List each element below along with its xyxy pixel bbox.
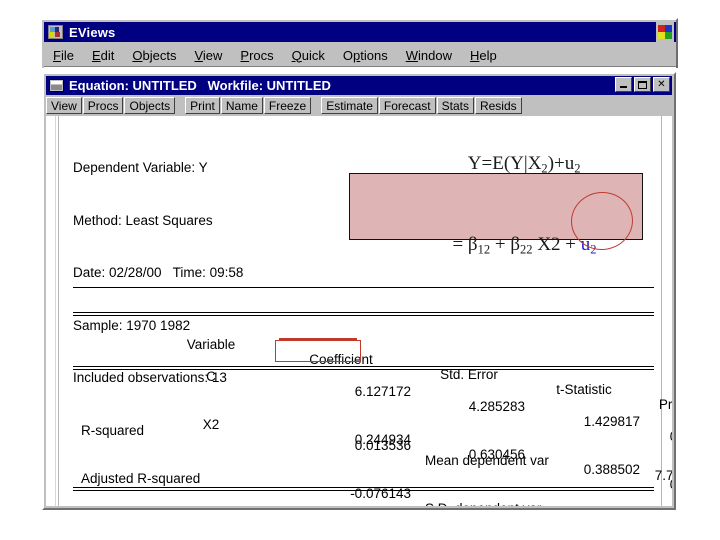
dependent-variable-line: Dependent Variable: Y [73, 160, 208, 175]
menu-item-procs[interactable]: Procs [231, 47, 282, 64]
minimize-button[interactable] [615, 77, 632, 92]
stat-row-adjusted-r-squared: Adjusted R-squared -0.076143 S.D. depend… [73, 456, 654, 507]
regression-output-pane[interactable]: Dependent Variable: Y Method: Least Squa… [46, 116, 672, 506]
eq2-mid: + β [490, 233, 521, 255]
eq2-sub1: 12 [477, 242, 491, 256]
stat-value-r-squared: 0.013536 [354, 438, 411, 453]
close-button[interactable]: ✕ [653, 77, 670, 92]
eq2-pre: = β [452, 233, 478, 255]
eq2-post: X2 + [532, 233, 581, 255]
date-time-line: Date: 02/28/00 Time: 09:58 [73, 265, 244, 280]
table-rule-double-3 [73, 487, 654, 491]
menu-item-quick[interactable]: Quick [283, 47, 334, 64]
screenshot-root: EViews File Edit Objects View Procs Quic… [0, 0, 720, 540]
stat-label-r-squared: R-squared [81, 423, 145, 438]
equation-toolbar: View Procs Objects Print Name Freeze Est… [46, 96, 672, 115]
eviews-icon [48, 25, 63, 39]
equation-system-icon[interactable] [49, 79, 64, 92]
menu-item-objects[interactable]: Objects [123, 47, 185, 64]
table-rule-double-2 [73, 366, 654, 370]
toolbar-button-estimate[interactable]: Estimate [321, 97, 378, 114]
main-title-bar[interactable]: EViews [44, 22, 676, 42]
left-gutter [46, 116, 59, 506]
toolbar-button-freeze[interactable]: Freeze [263, 97, 312, 114]
equation-line-1: Y=E(Y|X2)+u2 [412, 126, 581, 207]
toolbar-button-view[interactable]: View [46, 97, 82, 114]
menu-item-help[interactable]: Help [461, 47, 506, 64]
toolbar-button-procs[interactable]: Procs [82, 97, 124, 114]
output-sheet: Dependent Variable: Y Method: Least Squa… [60, 116, 672, 507]
menu-item-edit[interactable]: Edit [83, 47, 123, 64]
equation-window: Equation: UNTITLED Workfile: UNTITLED ✕ … [42, 72, 676, 510]
equation-annotation-box: Y=E(Y|X2)+u2 = β12 + β22 X2 + u2 [349, 153, 643, 256]
maximize-button[interactable] [634, 77, 651, 92]
coefficient-x2-box-annotation [275, 340, 361, 362]
eq1-sub2: 2 [574, 161, 581, 176]
table-rule-double-1 [73, 312, 654, 316]
table-rule-top [73, 287, 654, 288]
eq1-mid: )+u [547, 153, 575, 174]
equation-line-2: = β12 + β22 X2 + u2 [395, 207, 596, 288]
eviews-main-window: EViews File Edit Objects View Procs Quic… [40, 18, 678, 68]
toolbar-button-forecast[interactable]: Forecast [378, 97, 436, 114]
toolbar-button-objects[interactable]: Objects [124, 97, 176, 114]
menu-divider [44, 66, 676, 68]
main-menu-bar: File Edit Objects View Procs Quick Optio… [44, 44, 676, 66]
close-icon: ✕ [657, 78, 666, 90]
eq1-pre: Y=E(Y|X [467, 153, 542, 174]
window-controls: ✕ [615, 77, 670, 92]
equation-title: Equation: UNTITLED Workfile: UNTITLED [69, 78, 331, 93]
method-line: Method: Least Squares [73, 212, 213, 228]
eq2-sub2: 22 [520, 242, 533, 256]
menu-item-view[interactable]: View [185, 47, 231, 64]
app-title: EViews [69, 24, 116, 40]
stat-row-r-squared: R-squared 0.013536 Mean dependent var 7.… [73, 408, 672, 483]
equation-title-bar[interactable]: Equation: UNTITLED Workfile: UNTITLED ✕ [46, 76, 672, 95]
menu-item-options[interactable]: Options [334, 47, 397, 64]
stat-label-adjusted-r-squared: Adjusted R-squared [81, 470, 201, 486]
toolbar-button-print[interactable]: Print [185, 97, 220, 114]
menu-item-window[interactable]: Window [397, 47, 461, 64]
toolbar-button-name[interactable]: Name [220, 97, 263, 114]
toolbar-button-resids[interactable]: Resids [474, 97, 522, 114]
stat-row-se-of-regression: S.E. of regression 3.155577 Akaike info … [73, 503, 654, 506]
toolbar-button-stats[interactable]: Stats [436, 97, 474, 114]
windows-flag-icon [656, 22, 674, 42]
menu-item-file[interactable]: File [44, 47, 83, 64]
right-rule [661, 116, 662, 506]
